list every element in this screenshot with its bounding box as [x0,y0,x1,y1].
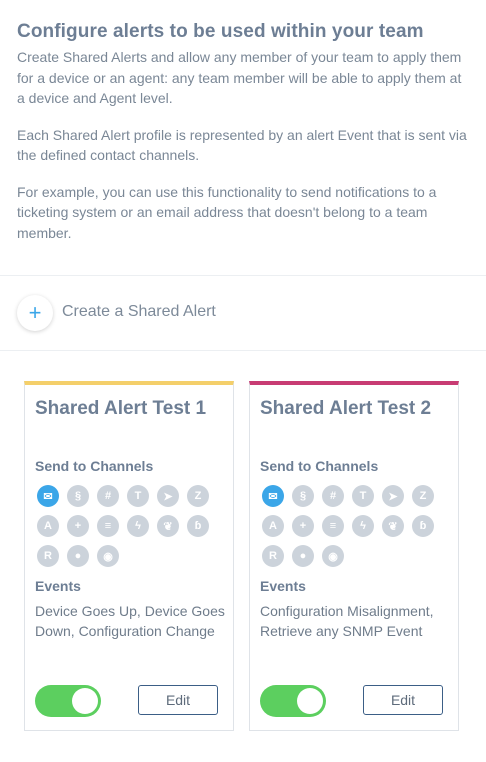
leaf-icon[interactable]: ❦ [382,515,404,537]
channels-label: Send to Channels [260,458,379,474]
telegram-icon[interactable]: ➤ [157,485,179,507]
hash-icon[interactable]: # [322,485,344,507]
slack-icon[interactable]: § [67,485,89,507]
eye-icon[interactable]: ◉ [322,545,344,567]
toggle-knob [297,688,323,714]
stack-icon[interactable]: ≡ [97,515,119,537]
zendesk-icon[interactable]: Z [187,485,209,507]
edit-button[interactable]: Edit [363,685,443,715]
bolt-icon[interactable]: ϟ [127,515,149,537]
plus-icon[interactable]: + [17,295,53,331]
enable-toggle[interactable] [35,685,101,717]
card-title: Shared Alert Test 1 [35,398,207,419]
channels-label: Send to Channels [35,458,154,474]
page-title: Configure alerts to be used within your … [17,21,424,42]
teams-icon[interactable]: T [352,485,374,507]
plus-circle-icon[interactable]: + [292,515,314,537]
events-list: Device Goes Up, Device Goes Down, Config… [35,603,225,639]
bolt-icon[interactable]: ϟ [352,515,374,537]
intro-section: Configure alerts to be used within your … [0,0,486,276]
teams-icon[interactable]: T [127,485,149,507]
create-shared-alert-row[interactable]: + Create a Shared Alert [0,277,486,351]
eye-icon[interactable]: ◉ [97,545,119,567]
events-list: Configuration Misalignment, Retrieve any… [260,603,434,639]
events-label: Events [35,578,81,594]
stack-icon[interactable]: ≡ [322,515,344,537]
webhook-icon[interactable]: ɓ [187,515,209,537]
webhook-icon[interactable]: ɓ [412,515,434,537]
plus-circle-icon[interactable]: + [67,515,89,537]
zendesk-icon[interactable]: Z [412,485,434,507]
alert-icon[interactable]: A [262,515,284,537]
email-icon[interactable]: ✉ [262,485,284,507]
alert-icon[interactable]: A [37,515,59,537]
intro-paragraph-2: Each Shared Alert profile is represented… [17,126,467,164]
intro-paragraph-3: For example, you can use this functional… [17,183,437,241]
card-title: Shared Alert Test 2 [260,398,432,419]
events-label: Events [260,578,306,594]
circle-icon[interactable]: ● [67,545,89,567]
shared-alert-card: Shared Alert Test 1 Send to Channels ✉ § #… [24,381,234,731]
shared-alerts-list: Shared Alert Test 1 Send to Channels ✉ § #… [0,352,486,760]
leaf-icon[interactable]: ❦ [157,515,179,537]
create-shared-alert-label[interactable]: Create a Shared Alert [62,303,216,321]
hash-icon[interactable]: # [97,485,119,507]
intro-paragraph-1: Create Shared Alerts and allow any membe… [17,49,462,106]
slack-icon[interactable]: § [292,485,314,507]
toggle-knob [72,688,98,714]
circle-icon[interactable]: ● [292,545,314,567]
edit-button[interactable]: Edit [138,685,218,715]
shared-alert-card: Shared Alert Test 2 Send to Channels ✉ § #… [249,381,459,731]
telegram-icon[interactable]: ➤ [382,485,404,507]
enable-toggle[interactable] [260,685,326,717]
email-icon[interactable]: ✉ [37,485,59,507]
r-icon[interactable]: R [37,545,59,567]
r-icon[interactable]: R [262,545,284,567]
